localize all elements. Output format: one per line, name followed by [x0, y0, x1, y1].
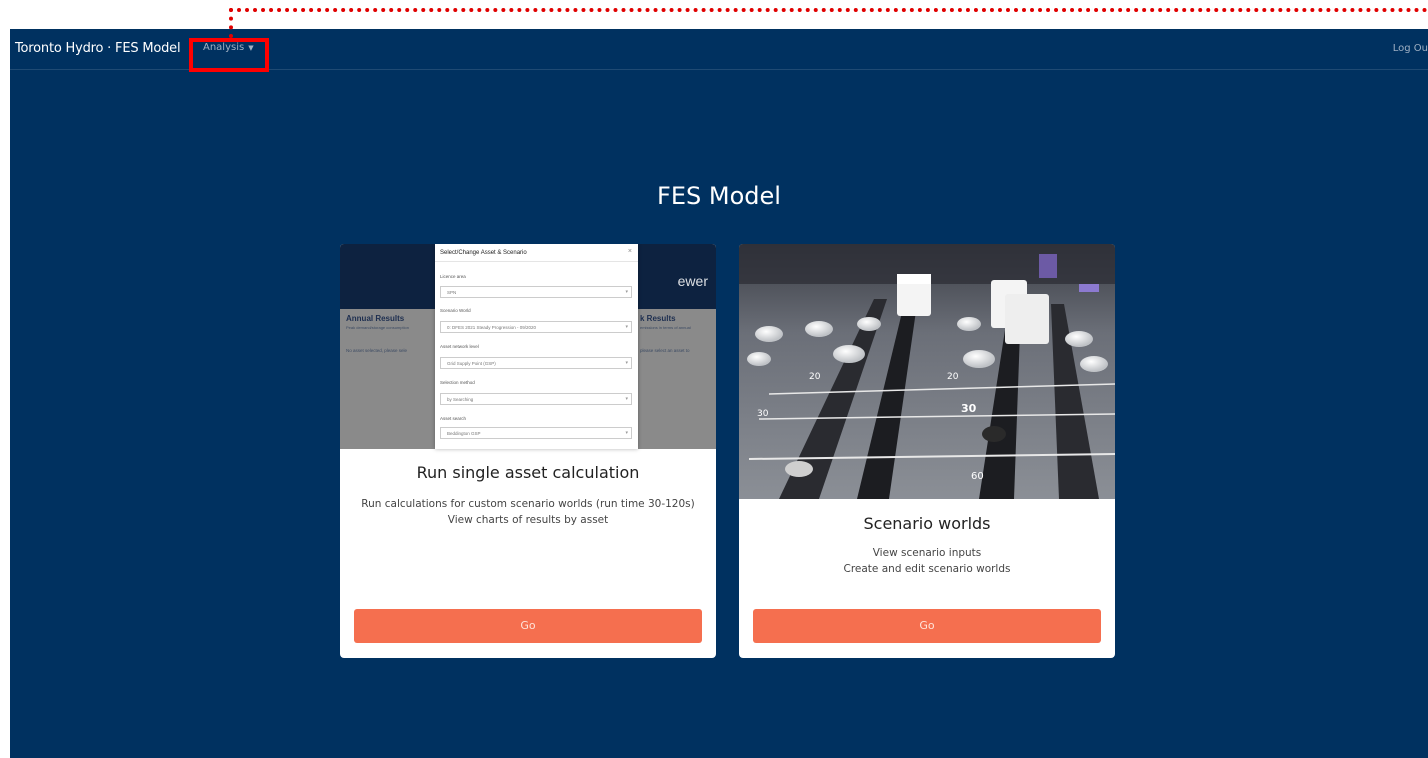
highlight-connector-line-vertical: [229, 8, 233, 38]
modal-title: Select/Change Asset & Scenario: [440, 250, 527, 256]
card-single-asset: ewer Annual Results Peak demand/storage …: [340, 244, 716, 658]
screenshot-modal: Select/Change Asset & Scenario × Licence…: [435, 244, 638, 449]
card-description: View scenario inputs Create and edit sce…: [739, 545, 1115, 577]
close-icon: ×: [627, 248, 632, 255]
field-select: SPN ▾: [440, 286, 632, 298]
card-scenario-worlds: 20 20 30 30 60 Scenario worlds View scen…: [739, 244, 1115, 658]
brand[interactable]: Toronto Hydro · FES Model: [15, 41, 181, 56]
field-select: Grid Supply Point (GSP) ▾: [440, 357, 632, 369]
field-label: Scenario World: [440, 308, 471, 313]
field-value: SPN: [447, 290, 457, 295]
field-label: Licence area: [440, 274, 466, 279]
card-description: Run calculations for custom scenario wor…: [340, 496, 716, 528]
field-value: 0: DFES 2021 Steady Progression - 09/202…: [447, 325, 537, 330]
logout-link[interactable]: Log Ou: [1393, 43, 1428, 54]
field-value: by Searching: [447, 397, 474, 402]
fader-label: 30: [757, 409, 769, 419]
screenshot-please-note: please select an asset to: [640, 348, 690, 353]
field-select: 0: DFES 2021 Steady Progression - 09/202…: [440, 321, 632, 333]
fader-label: 20: [947, 372, 959, 382]
highlight-connector-line: [229, 8, 1428, 12]
mixer-image: 20 20 30 30 60: [739, 244, 1115, 499]
field-label: Asset network level: [440, 344, 479, 349]
chevron-down-icon: ▾: [625, 430, 628, 436]
field-label: Selection method: [440, 380, 475, 385]
app-root: Toronto Hydro · FES Model Analysis ▼ Log …: [10, 29, 1428, 758]
screenshot-annual-title: Annual Results: [346, 314, 405, 323]
screenshot-annual-sub: Peak demand/storage consumption: [346, 325, 409, 330]
chevron-down-icon: ▾: [625, 396, 628, 402]
chevron-down-icon: ▾: [625, 289, 628, 295]
field-select: by Searching ▾: [440, 393, 632, 405]
screenshot-results-title: k Results: [640, 314, 676, 323]
fader-label: 30: [961, 402, 977, 415]
card-image-mixer: 20 20 30 30 60: [739, 244, 1115, 499]
card-desc-line: Run calculations for custom scenario wor…: [361, 498, 695, 510]
card-desc-line: View charts of results by asset: [447, 514, 609, 526]
highlight-box: [189, 38, 269, 72]
card-title: Run single asset calculation: [416, 463, 640, 482]
field-value: Beddington GSP: [447, 431, 481, 436]
modal-divider: [435, 261, 638, 262]
screenshot-no-asset-note: No asset selected, please sele: [346, 348, 408, 353]
go-button[interactable]: Go: [753, 609, 1101, 643]
card-desc-line: Create and edit scenario worlds: [843, 563, 1011, 575]
field-value: Grid Supply Point (GSP): [447, 361, 496, 366]
card-image-screenshot: ewer Annual Results Peak demand/storage …: [340, 244, 716, 449]
fader-label: 60: [971, 471, 984, 482]
go-button[interactable]: Go: [354, 609, 702, 643]
field-select: Beddington GSP ▾: [440, 427, 632, 439]
field-label: Asset search: [440, 416, 467, 421]
card-desc-line: View scenario inputs: [872, 547, 982, 559]
card-title: Scenario worlds: [863, 514, 991, 533]
screenshot-results-sub: emissions in terms of annual: [640, 325, 691, 330]
page-title: FES Model: [657, 182, 781, 210]
screenshot-header-text: ewer: [677, 273, 708, 289]
chevron-down-icon: ▾: [625, 324, 628, 330]
fader-label: 20: [809, 372, 821, 382]
chevron-down-icon: ▾: [625, 360, 628, 366]
